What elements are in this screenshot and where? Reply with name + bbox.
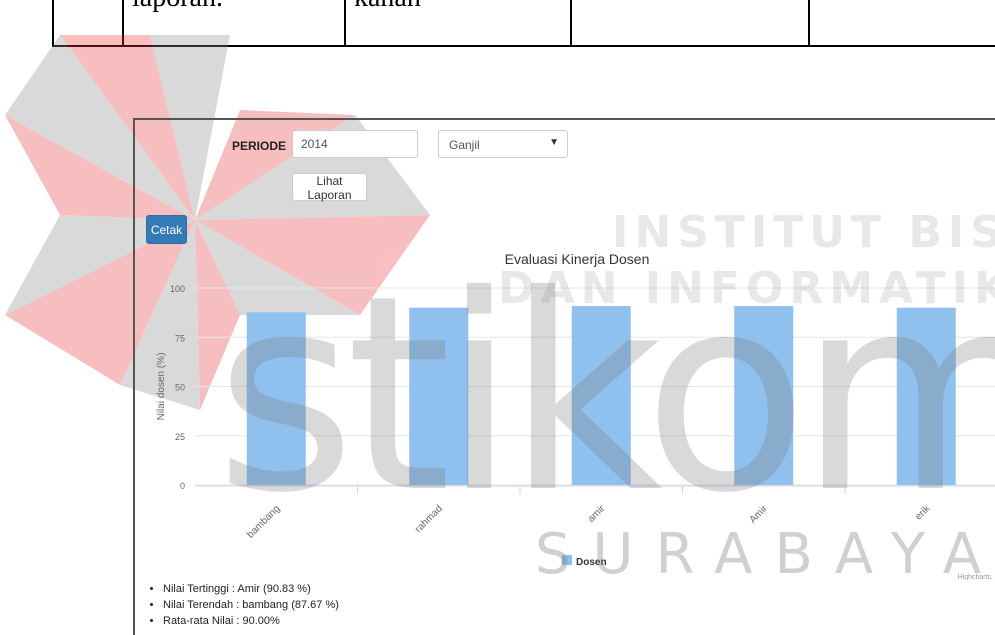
watermark-brand: stikom — [215, 237, 995, 552]
summary-list: Nilai Tertinggi : Amir (90.83 %) Nilai T… — [148, 583, 339, 631]
watermark-city: SURABAYA — [535, 522, 995, 587]
periode-label: PERIODE — [232, 139, 287, 153]
table-cell-text: kanan — [354, 0, 421, 14]
year-input[interactable] — [292, 130, 418, 158]
print-button[interactable]: Cetak — [146, 215, 187, 244]
caret-down-icon: ▼ — [549, 137, 559, 148]
table-divider — [570, 0, 572, 45]
summary-highest: Nilai Tertinggi : Amir (90.83 %) — [163, 583, 339, 596]
y-tick-label: 75 — [175, 333, 185, 343]
y-tick-label: 100 — [170, 284, 185, 294]
summary-lowest: Nilai Terendah : bambang (87.67 %) — [163, 599, 339, 612]
table-divider — [808, 0, 810, 45]
y-tick-label: 25 — [175, 432, 185, 442]
semester-select[interactable]: Ganjil ▼ — [438, 130, 568, 158]
semester-select-value: Ganjil — [449, 138, 480, 152]
view-report-button[interactable]: Lihat Laporan — [292, 173, 367, 202]
summary-average: Rata-rata Nilai : 90.00% — [163, 615, 339, 628]
y-axis-label: Nilai dosen (%) — [156, 353, 167, 421]
y-tick-label: 0 — [180, 481, 185, 491]
y-tick-label: 50 — [175, 383, 185, 393]
table-cell-text: laporan. — [132, 0, 223, 14]
